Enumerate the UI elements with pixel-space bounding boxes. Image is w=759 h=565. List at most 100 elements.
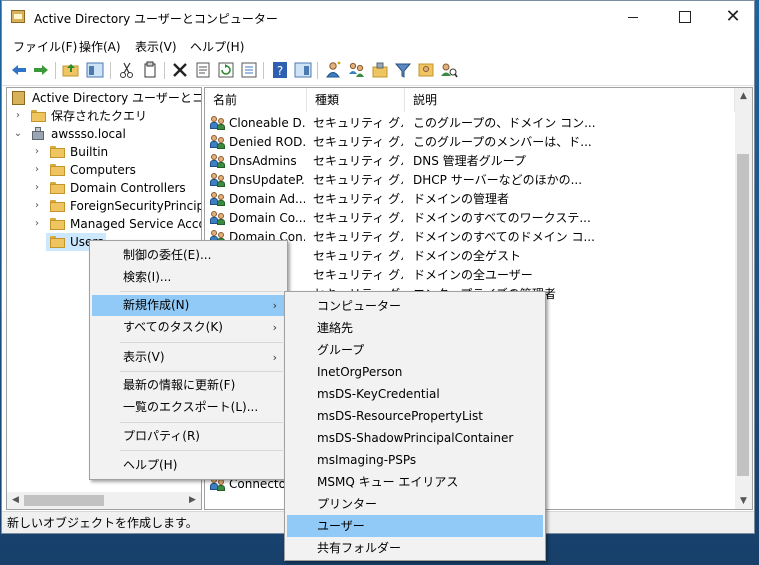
back-arrow-icon[interactable] — [10, 61, 28, 79]
context-menu-item-all-tasks[interactable]: すべてのタスク(K) › — [92, 317, 285, 338]
context-menu-item-find[interactable]: 検索(I)... — [92, 267, 285, 288]
submenu-item-shared-folder[interactable]: 共有フォルダー — [287, 537, 543, 559]
minimize-icon — [628, 16, 638, 18]
maximize-button[interactable] — [662, 1, 708, 33]
menu-separator — [120, 422, 283, 423]
menu-view[interactable]: 表示(V) — [135, 38, 177, 55]
context-menu-item-label: 最新の情報に更新(F) — [123, 378, 236, 392]
chevron-right-icon[interactable]: › — [13, 107, 23, 125]
chevron-down-icon[interactable]: ⌄ — [13, 125, 23, 143]
scroll-right-icon[interactable]: ▶ — [184, 495, 201, 505]
menu-separator — [120, 291, 283, 292]
row-type: セキュリティ グル... — [313, 268, 403, 282]
row-desc: ドメインの管理者 — [413, 192, 510, 206]
row-name: DnsAdmins — [229, 154, 297, 168]
submenu-item-msmq-queue-alias[interactable]: MSMQ キュー エイリアス — [287, 471, 543, 493]
context-menu-item-label: 一覧のエクスポート(L)... — [123, 400, 259, 414]
context-menu-item-properties[interactable]: プロパティ(R) — [92, 426, 285, 447]
row-desc: このグループのメンバーは、ド... — [413, 135, 592, 149]
row-name: Cloneable D... — [229, 116, 305, 130]
new-group-icon[interactable] — [348, 61, 366, 79]
minimize-button[interactable] — [610, 1, 656, 33]
submenu-item-label: ユーザー — [317, 519, 365, 533]
scroll-left-icon[interactable]: ◀ — [7, 495, 24, 505]
list-row[interactable]: Cloneable D... セキュリティ グル... このグループの、ドメイン コ… — [205, 114, 735, 133]
scroll-up-icon[interactable]: ▲ — [735, 91, 752, 101]
menu-action[interactable]: 操作(A) — [79, 38, 121, 55]
export-list-icon[interactable] — [240, 61, 258, 79]
row-desc: DNS 管理者グループ — [413, 154, 526, 168]
delete-icon[interactable] — [171, 61, 189, 79]
submenu-item-printer[interactable]: プリンター — [287, 493, 543, 515]
title-bar[interactable]: Active Directory ユーザーとコンピューター ✕ — [2, 1, 754, 33]
cut-icon[interactable] — [118, 61, 136, 79]
submenu-item-computer[interactable]: コンピューター — [287, 295, 543, 317]
scrollbar-thumb[interactable] — [24, 495, 104, 506]
submenu-item-group[interactable]: グループ — [287, 339, 543, 361]
row-desc: ドメインの全ユーザー — [413, 268, 533, 282]
menu-help[interactable]: ヘルプ(H) — [190, 38, 244, 55]
ad-app-icon — [11, 10, 25, 23]
column-header-type[interactable]: 種類 — [307, 88, 405, 112]
forward-arrow-icon[interactable] — [32, 61, 50, 79]
submenu-item-label: msImaging-PSPs — [317, 453, 417, 467]
copy-icon[interactable] — [141, 61, 159, 79]
domain-icon — [31, 127, 45, 141]
context-menu-item-new[interactable]: 新規作成(N) › — [92, 295, 285, 316]
help-icon[interactable]: ? — [271, 61, 289, 79]
submenu-item-msds-resourcepropertylist[interactable]: msDS-ResourcePropertyList — [287, 405, 543, 427]
add-to-group-icon[interactable] — [417, 61, 435, 79]
row-desc: ドメインのすべてのワークステ... — [413, 211, 591, 225]
context-menu-item-label: 新規作成(N) — [123, 298, 190, 312]
close-button[interactable]: ✕ — [710, 1, 756, 33]
scrollbar-thumb[interactable] — [737, 154, 749, 476]
properties-icon[interactable] — [194, 61, 212, 79]
refresh-icon[interactable] — [217, 61, 235, 79]
find-icon[interactable] — [440, 61, 458, 79]
column-header-name[interactable]: 名前 — [205, 88, 307, 112]
submenu-item-contact[interactable]: 連絡先 — [287, 317, 543, 339]
submenu-item-inetorgperson[interactable]: InetOrgPerson — [287, 361, 543, 383]
tree-item-label: 保存されたクエリ — [51, 109, 148, 123]
submenu-item-label: グループ — [317, 343, 365, 357]
submenu-item-msds-shadowprincipalcontainer[interactable]: msDS-ShadowPrincipalContainer — [287, 427, 543, 449]
new-user-icon[interactable] — [325, 61, 343, 79]
submenu-item-msimaging-psps[interactable]: msImaging-PSPs — [287, 449, 543, 471]
list-row[interactable]: Domain Co... セキュリティ グル... ドメインのすべてのワークステ..… — [205, 209, 735, 228]
filter-icon[interactable] — [394, 61, 412, 79]
submenu-item-msds-keycredential[interactable]: msDS-KeyCredential — [287, 383, 543, 405]
show-pane-icon[interactable] — [294, 61, 312, 79]
chevron-right-icon[interactable]: › — [32, 215, 42, 233]
chevron-right-icon[interactable]: › — [32, 197, 42, 215]
list-vertical-scrollbar[interactable]: ▲ ▼ — [735, 88, 752, 509]
folder-icon — [50, 146, 65, 158]
context-menu-item-refresh[interactable]: 最新の情報に更新(F) — [92, 375, 285, 396]
list-row[interactable]: Denied ROD... セキュリティ グル... このグループのメンバーは、ド.… — [205, 133, 735, 152]
up-folder-icon[interactable] — [62, 61, 80, 79]
tree-horizontal-scrollbar[interactable]: ◀ ▶ — [7, 492, 201, 509]
context-menu-item-view[interactable]: 表示(V) › — [92, 347, 285, 368]
context-menu-item-help[interactable]: ヘルプ(H) — [92, 455, 285, 476]
list-row[interactable]: DnsAdmins セキュリティ グル... DNS 管理者グループ — [205, 152, 735, 171]
list-row[interactable]: DnsUpdateP... セキュリティ グル... DHCP サーバーなどのほかの… — [205, 171, 735, 190]
toolbar-separator — [110, 62, 111, 79]
submenu-arrow-icon: › — [272, 321, 277, 334]
row-name: Domain Co... — [229, 211, 305, 225]
chevron-right-icon[interactable]: › — [32, 143, 42, 161]
context-menu-item-label: 表示(V) — [123, 350, 165, 364]
chevron-right-icon[interactable]: › — [32, 179, 42, 197]
submenu-item-user[interactable]: ユーザー — [287, 515, 543, 537]
context-menu-item-delegate-control[interactable]: 制御の委任(E)... — [92, 245, 285, 266]
context-menu: 制御の委任(E)... 検索(I)... 新規作成(N) › すべてのタスク(K) › 表示… — [89, 240, 288, 480]
submenu-item-label: プリンター — [317, 497, 378, 511]
show-tree-icon[interactable] — [86, 61, 104, 79]
menu-file[interactable]: ファイル(F) — [13, 38, 77, 55]
scroll-down-icon[interactable]: ▼ — [735, 496, 752, 506]
list-row[interactable]: Domain Ad... セキュリティ グル... ドメインの管理者 — [205, 190, 735, 209]
new-ou-icon[interactable] — [371, 61, 389, 79]
tree-item-label: ForeignSecurityPrincipals — [70, 199, 201, 213]
chevron-right-icon[interactable]: › — [32, 161, 42, 179]
context-menu-item-export-list[interactable]: 一覧のエクスポート(L)... — [92, 397, 285, 418]
context-menu-item-label: すべてのタスク(K) — [123, 320, 223, 334]
column-header-description[interactable]: 説明 — [405, 88, 735, 112]
